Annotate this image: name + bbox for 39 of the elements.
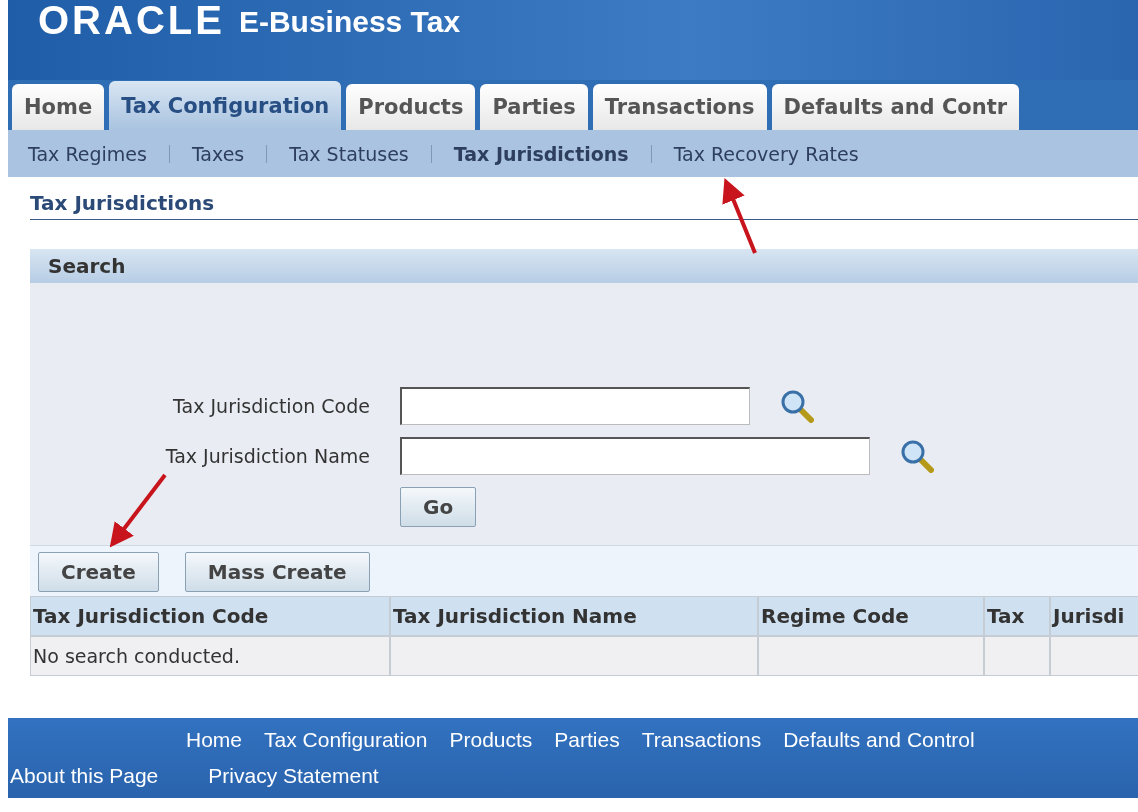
subtab-link[interactable]: Tax Statuses	[289, 142, 409, 165]
column-header: Tax Jurisdiction Code	[30, 596, 390, 636]
text-field[interactable]	[400, 387, 750, 425]
footer-link[interactable]: Defaults and Control	[783, 728, 975, 752]
field-label: Tax Jurisdiction Code	[173, 395, 370, 417]
search-title: Search	[48, 254, 126, 278]
subtab-link[interactable]: Tax Recovery Rates	[673, 142, 859, 165]
action-button[interactable]: Mass Create	[184, 552, 370, 592]
action-button[interactable]: Create	[38, 552, 159, 592]
text-field[interactable]	[400, 437, 870, 475]
go-button[interactable]: Go	[400, 487, 477, 527]
footer-link[interactable]: Privacy Statement	[208, 764, 379, 788]
search-icon[interactable]	[780, 389, 814, 423]
subtab-link[interactable]: Taxes	[191, 142, 245, 165]
tab[interactable]: Products	[346, 84, 476, 130]
footer-link[interactable]: Parties	[554, 728, 620, 752]
column-header: Tax	[984, 596, 1050, 636]
tab[interactable]: Defaults and Contr	[771, 84, 1020, 130]
tab[interactable]: Home	[12, 84, 105, 130]
logo: ORACLE	[38, 0, 225, 40]
column-header: Tax Jurisdiction Name	[390, 596, 758, 636]
footer-link[interactable]: Tax Configuration	[264, 728, 428, 752]
app-title: E-Business Tax	[238, 4, 461, 40]
table-cell	[984, 636, 1050, 676]
subtab-link[interactable]: Tax Regimes	[28, 142, 147, 165]
tab[interactable]: Parties	[480, 84, 588, 130]
search-icon[interactable]	[900, 439, 934, 473]
page-title: Tax Jurisdictions	[30, 191, 1138, 220]
footer-link[interactable]: Products	[449, 728, 533, 752]
column-header: Regime Code	[758, 596, 984, 636]
tab[interactable]: Transactions	[592, 84, 767, 130]
empty-message: No search conducted.	[30, 636, 390, 676]
footer-link[interactable]: Home	[186, 728, 243, 752]
column-header: Jurisdi	[1050, 596, 1138, 636]
tab[interactable]: Tax Configuration	[109, 81, 342, 130]
field-label: Tax Jurisdiction Name	[165, 445, 370, 467]
subtab-link[interactable]: Tax Jurisdictions	[453, 142, 629, 165]
footer-link[interactable]: About this Page	[10, 764, 159, 788]
footer-link[interactable]: Transactions	[641, 728, 762, 752]
